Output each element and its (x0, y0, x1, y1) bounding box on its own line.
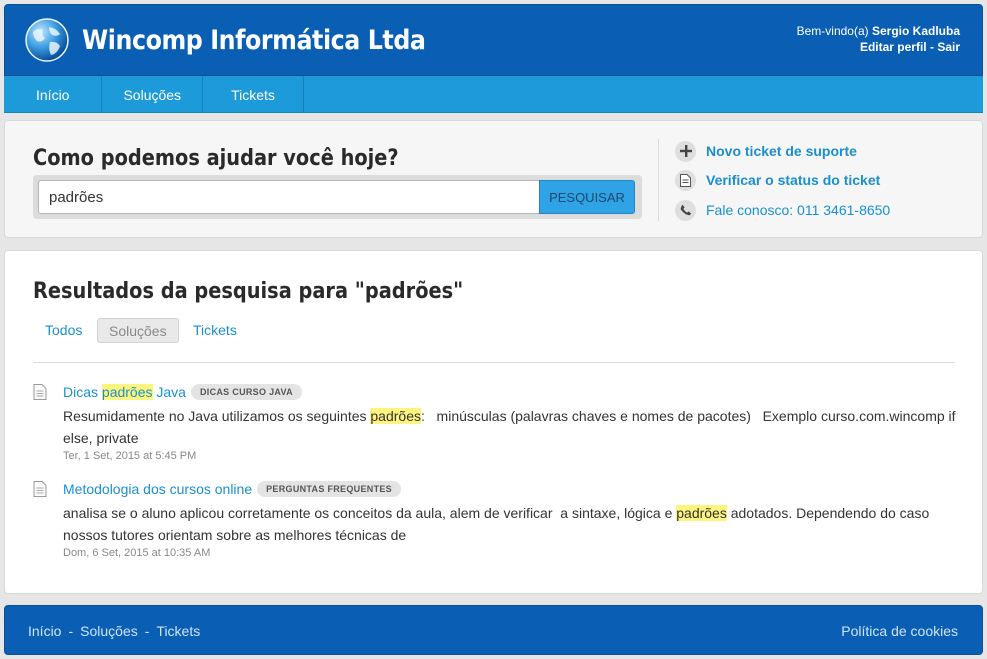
result-date: Ter, 1 Set, 2015 at 5:45 PM (63, 450, 197, 462)
search-button[interactable]: PESQUISAR (539, 180, 635, 214)
category-badge[interactable]: DICAS CURSO JAVA (190, 384, 302, 400)
search-highlight: padrões (370, 408, 421, 424)
nav-item-solucoes[interactable]: Soluções (102, 76, 204, 113)
account-links-separator: - (926, 40, 938, 54)
contact-label: Fale conosco: 011 3461-8650 (706, 202, 891, 218)
help-heading: Como podemos ajudar você hoje? (33, 146, 399, 171)
footer-link-inicio[interactable]: Início (28, 623, 61, 639)
check-status-label: Verificar o status do ticket (706, 172, 881, 188)
results-heading: Resultados da pesquisa para "padrões" (33, 279, 464, 304)
search-bar: PESQUISAR (33, 175, 642, 219)
result-title-link[interactable]: Metodologia dos cursos online (63, 481, 252, 497)
phone-icon (675, 199, 696, 221)
footer-link-solucoes[interactable]: Soluções (80, 623, 138, 639)
globe-logo-icon[interactable] (24, 17, 70, 63)
filter-tab-todos[interactable]: Todos (45, 318, 82, 343)
footer-separator: - (68, 623, 74, 639)
results-panel: Resultados da pesquisa para "padrões" To… (4, 250, 983, 594)
result-title-link[interactable]: Dicas padrões Java (63, 384, 186, 400)
new-ticket-label: Novo ticket de suporte (706, 143, 857, 159)
check-status-link[interactable]: Verificar o status do ticket (675, 168, 880, 192)
account-links: Editar perfil - Sair (797, 39, 960, 55)
snippet-text: analisa se o aluno aplicou corretamente … (63, 505, 677, 521)
brand-name[interactable]: Wincomp Informática Ltda (82, 25, 426, 56)
snippet-text: Resumidamente no Java utilizamos os segu… (63, 408, 371, 424)
user-name: Sergio Kadluba (871, 24, 960, 38)
category-badge[interactable]: PERGUNTAS FREQUENTES (257, 481, 401, 497)
filter-tab-solucoes[interactable]: Soluções (97, 318, 179, 343)
user-box: Bem-vindo(a) Sergio Kadluba Editar perfi… (797, 23, 960, 55)
plus-icon (675, 140, 696, 162)
document-icon (33, 481, 47, 497)
footer-separator: - (144, 623, 150, 639)
filter-tab-tickets[interactable]: Tickets (193, 318, 237, 343)
footer-link-tickets[interactable]: Tickets (156, 623, 200, 639)
result-date: Dom, 6 Set, 2015 at 10:35 AM (63, 547, 211, 559)
site-footer: Início - Soluções - Tickets Política de cook… (4, 605, 983, 655)
new-ticket-link[interactable]: Novo ticket de suporte (675, 139, 857, 163)
result-title-row: Metodologia dos cursos online PERGUNTAS … (63, 479, 401, 499)
footer-links: Início - Soluções - Tickets (28, 623, 200, 639)
main-nav: Início Soluções Tickets (4, 76, 983, 113)
nav-item-inicio[interactable]: Início (4, 76, 103, 113)
site-header: Wincomp Informática Ltda Bem-vindo(a) Se… (4, 4, 983, 76)
document-icon (675, 169, 696, 191)
contact-link[interactable]: Fale conosco: 011 3461-8650 (675, 198, 890, 222)
search-input[interactable] (38, 180, 541, 214)
welcome-prefix: Bem-vindo(a) (796, 24, 869, 38)
result-snippet: analisa se o aluno aplicou corretamente … (63, 502, 963, 546)
search-highlight: padrões (101, 384, 153, 400)
document-icon (33, 384, 47, 400)
search-panel: Como podemos ajudar você hoje? PESQUISAR… (4, 120, 983, 238)
nav-item-tickets[interactable]: Tickets (203, 76, 304, 113)
result-title-text: Java (152, 384, 186, 400)
edit-profile-link[interactable]: Editar perfil (860, 40, 927, 54)
welcome-line: Bem-vindo(a) Sergio Kadluba (797, 23, 960, 39)
search-highlight: padrões (676, 505, 727, 521)
cookie-policy-link[interactable]: Política de cookies (841, 623, 958, 639)
logout-link[interactable]: Sair (937, 40, 960, 54)
result-title-row: Dicas padrões Java DICAS CURSO JAVA (63, 382, 302, 402)
results-divider (33, 362, 955, 363)
result-snippet: Resumidamente no Java utilizamos os segu… (63, 405, 963, 449)
panel-divider (658, 139, 659, 221)
result-title-text: Dicas (63, 384, 102, 400)
